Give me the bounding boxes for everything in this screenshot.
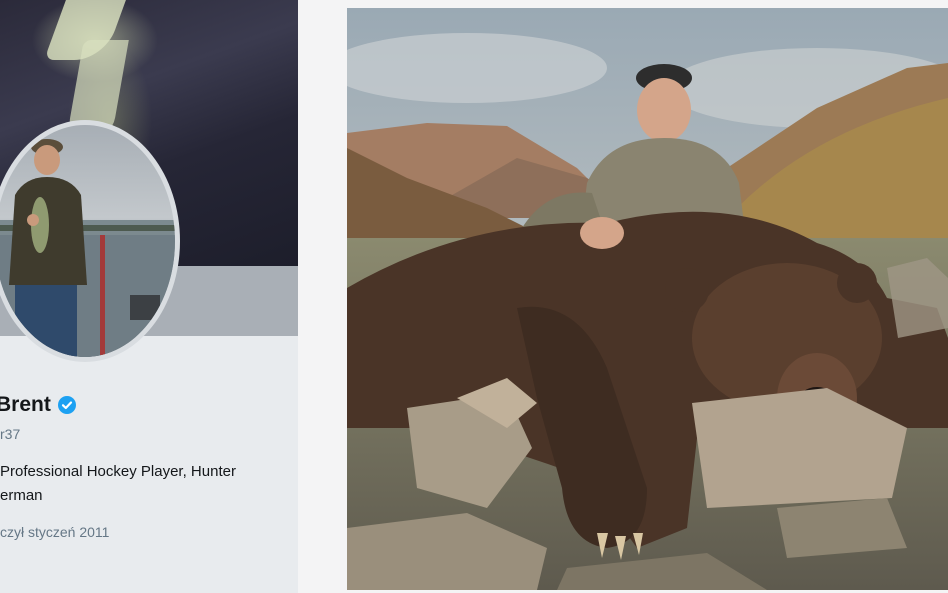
bio-line: Professional Hockey Player, Hunter	[0, 463, 236, 480]
profile-joined-date: czył styczeń 2011	[0, 524, 110, 540]
profile-bio: Professional Hockey Player, Hunter erman	[0, 460, 285, 508]
photo-card[interactable]	[347, 8, 948, 590]
verified-badge-icon	[57, 395, 77, 415]
bio-line: erman	[0, 487, 43, 504]
profile-handle[interactable]: r37	[0, 426, 20, 442]
hunter-with-bear-photo	[347, 8, 948, 590]
profile-panel: Brent r37 Professional Hockey Player, Hu…	[0, 0, 298, 593]
profile-name[interactable]: Brent	[0, 393, 51, 417]
profile-name-row: Brent	[0, 393, 77, 417]
